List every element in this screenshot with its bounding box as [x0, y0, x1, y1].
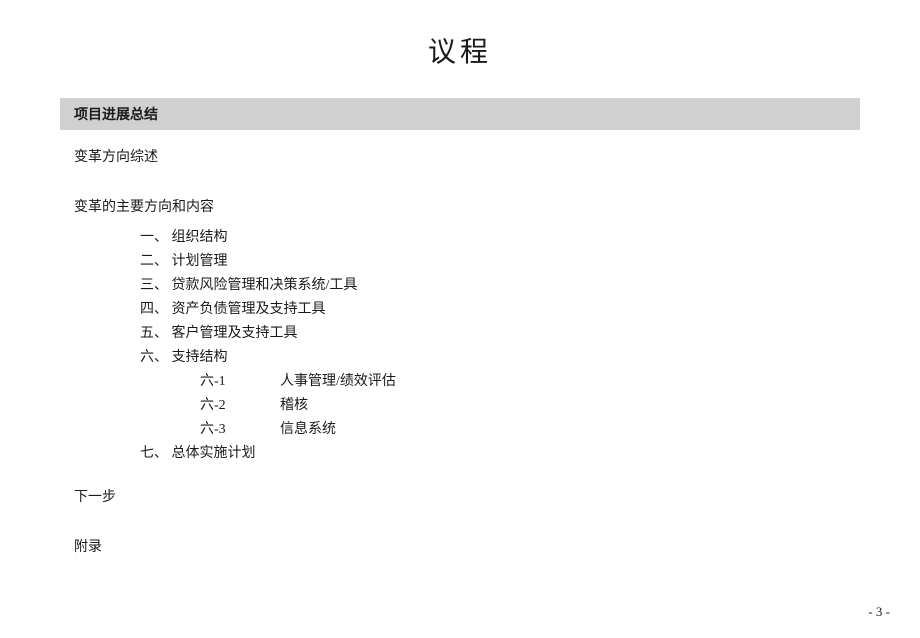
agenda-item-1: 一、 组织结构 [60, 226, 860, 246]
agenda-item-reform-directions: 变革的主要方向和内容 [60, 196, 860, 216]
agenda-item-5: 五、 客户管理及支持工具 [60, 322, 860, 342]
page-title: 议程 [60, 30, 860, 70]
agenda-item-6: 六、 支持结构 [60, 346, 860, 366]
agenda-item-3: 三、 贷款风险管理和决策系统/工具 [60, 274, 860, 294]
page-container: 议程 项目进展总结 变革方向综述 变革的主要方向和内容 一、 组织结构 二、 计… [0, 0, 920, 638]
agenda-item-6-2: 六-2 稽核 [60, 394, 860, 414]
agenda-item-appendix: 附录 [60, 536, 860, 556]
agenda-item-6-3: 六-3 信息系统 [60, 418, 860, 438]
agenda-item-2: 二、 计划管理 [60, 250, 860, 270]
agenda-item-7: 七、 总体实施计划 [60, 442, 860, 462]
highlighted-agenda-item: 项目进展总结 [60, 98, 860, 130]
agenda-item-reform-overview: 变革方向综述 [60, 146, 860, 166]
agenda-item-6-1: 六-1 人事管理/绩效评估 [60, 370, 860, 390]
agenda-item-next-steps: 下一步 [60, 486, 860, 506]
agenda-item-4: 四、 资产负债管理及支持工具 [60, 298, 860, 318]
page-number: - 3 - [868, 604, 890, 620]
